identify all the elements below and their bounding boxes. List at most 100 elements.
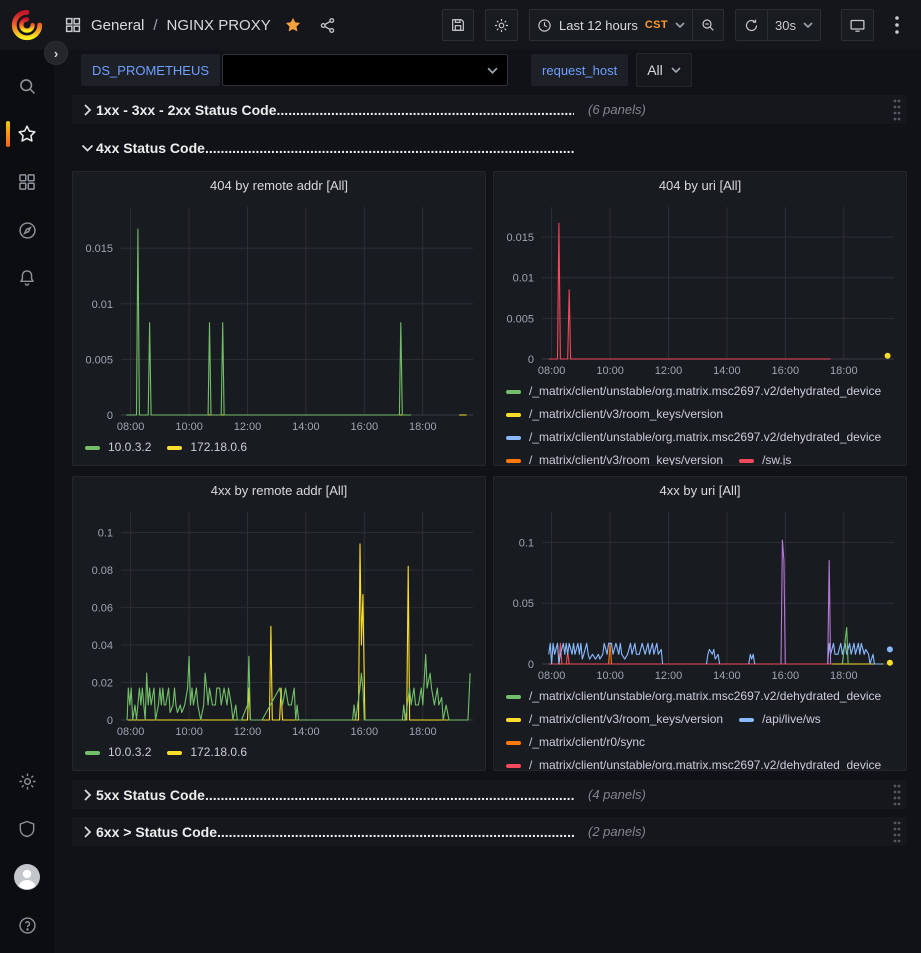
legend-row: 10.0.3.2 172.18.0.6 [85, 741, 485, 764]
legend-item[interactable]: /_matrix/client/unstable/org.matrix.msc2… [506, 685, 881, 708]
svg-text:12:00: 12:00 [234, 726, 262, 738]
more-options-button[interactable] [885, 9, 909, 41]
sidebar-item-profile[interactable] [0, 853, 54, 901]
sidebar-item-dashboards[interactable] [0, 158, 54, 206]
panel-404-by-uri: 404 by uri [All] 08:0010:0012:0014:0016:… [493, 171, 907, 466]
dashboard-settings-button[interactable] [485, 9, 518, 41]
legend-item[interactable]: 172.18.0.6 [167, 436, 247, 459]
help-icon [17, 915, 38, 936]
favorite-star-icon[interactable] [284, 16, 302, 34]
zoom-out-time-button[interactable] [692, 9, 724, 41]
time-series-chart[interactable]: 08:0010:0012:0014:0016:0018:0000.0050.01… [496, 199, 904, 379]
sidebar-item-explore[interactable] [0, 206, 54, 254]
panel-4xx-by-remote-addr: 4xx by remote addr [All] 08:00 10:00 12:00… [72, 476, 486, 771]
legend-item[interactable]: /_matrix/client/v3/room_keys/version [506, 708, 723, 731]
legend-series-label: /_matrix/client/unstable/org.matrix.msc2… [529, 685, 881, 708]
panel-title[interactable]: 4xx by uri [All] [494, 477, 906, 504]
svg-text:10:00: 10:00 [175, 421, 203, 433]
timezone-label: CST [645, 19, 668, 31]
row-drag-handle[interactable] [893, 784, 903, 806]
breadcrumb: General / NGINX PROXY [64, 16, 336, 34]
legend-item[interactable]: 10.0.3.2 [85, 741, 151, 764]
row-5xx[interactable]: 5xx Status Code ........................… [72, 780, 907, 809]
svg-text:18:00: 18:00 [409, 726, 437, 738]
breadcrumb-folder[interactable]: General [91, 17, 144, 34]
legend-item[interactable]: /_matrix/client/unstable/org.matrix.msc2… [506, 380, 881, 403]
legend-item[interactable]: /sw.js [739, 449, 791, 465]
dashboard-title[interactable]: NGINX PROXY [167, 17, 271, 34]
row-6xx[interactable]: 6xx > Status Code ......................… [72, 817, 907, 846]
sidebar-item-search[interactable] [0, 62, 54, 110]
chart-svg: 08:0010:0012:0014:0016:0018:0000.0050.01… [75, 199, 483, 435]
svg-text:0.015: 0.015 [85, 243, 113, 255]
sidebar-item-starred[interactable] [0, 110, 54, 158]
legend-series-label: /_matrix/client/r0/sync [529, 731, 645, 754]
legend-item[interactable]: 10.0.3.2 [85, 436, 151, 459]
time-series-chart[interactable]: 08:0010:0012:0014:0016:0018:0000.020.040… [75, 504, 483, 740]
svg-text:0.005: 0.005 [85, 354, 113, 366]
dashboard-grid-icon [64, 16, 82, 34]
legend-series-color [167, 751, 182, 755]
refresh-button[interactable] [735, 9, 767, 41]
dashboard-variables-bar: DS_PROMETHEUS request_host All [54, 50, 921, 90]
shield-icon [17, 819, 37, 839]
legend-item[interactable]: 172.18.0.6 [167, 741, 247, 764]
legend-series-label: /_matrix/client/v3/room_keys/version [529, 403, 723, 426]
avatar [13, 863, 41, 891]
save-icon [450, 17, 466, 33]
sidebar-item-help[interactable] [0, 901, 54, 949]
legend-item[interactable]: /api/live/ws [739, 708, 821, 731]
legend-item[interactable]: /_matrix/client/unstable/org.matrix.msc2… [506, 754, 881, 770]
chevron-down-icon [803, 22, 813, 28]
sidebar-expand-toggle[interactable]: › [44, 41, 68, 65]
time-range-label: Last 12 hours [559, 18, 638, 33]
svg-text:16:00: 16:00 [351, 726, 379, 738]
time-series-chart[interactable]: 08:0010:0012:0014:0016:0018:0000.0050.01… [75, 199, 483, 435]
legend-item[interactable]: /_matrix/client/v3/room_keys/version [506, 449, 723, 465]
grafana-logo[interactable] [10, 8, 44, 42]
chevron-right-icon [78, 826, 96, 838]
row-dotted-leader: ........................................… [277, 102, 574, 118]
legend-item[interactable]: /_matrix/client/v3/room_keys/version [506, 403, 723, 426]
refresh-interval-picker[interactable]: 30s [767, 9, 821, 41]
sidebar-item-alerting[interactable] [0, 254, 54, 302]
time-series-chart[interactable]: 08:0010:0012:0014:0016:0018:0000.050.1 [496, 504, 904, 684]
svg-text:18:00: 18:00 [830, 670, 858, 682]
save-dashboard-button[interactable] [442, 9, 474, 41]
legend-item[interactable]: /_matrix/client/r0/sync [506, 731, 645, 754]
row-4xx[interactable]: 4xx Status Code ........................… [72, 133, 907, 162]
kiosk-mode-button[interactable] [841, 9, 874, 41]
variable-label-ds-prometheus[interactable]: DS_PROMETHEUS [81, 54, 220, 86]
svg-text:10:00: 10:00 [175, 726, 203, 738]
panel-title[interactable]: 4xx by remote addr [All] [73, 477, 485, 504]
sidebar-item-configuration[interactable] [0, 757, 54, 805]
legend-series-label: /_matrix/client/v3/room_keys/version [529, 449, 723, 465]
panel-legend: /_matrix/client/unstable/org.matrix.msc2… [494, 379, 906, 465]
svg-text:0: 0 [528, 354, 534, 366]
share-icon[interactable] [319, 17, 336, 34]
svg-text:16:00: 16:00 [772, 670, 800, 682]
legend-row: /_matrix/client/unstable/org.matrix.msc2… [506, 754, 906, 770]
legend-series-color [506, 695, 521, 699]
row-1xx-3xx-2xx[interactable]: 1xx - 3xx - 2xx Status Code ............… [72, 95, 907, 124]
legend-item[interactable]: /_matrix/client/unstable/org.matrix.msc2… [506, 426, 881, 449]
legend-series-color [506, 390, 521, 394]
request-host-select[interactable]: All [636, 53, 692, 87]
legend-row: /_matrix/client/unstable/org.matrix.msc2… [506, 426, 906, 449]
time-range-picker[interactable]: Last 12 hours CST [529, 9, 692, 41]
svg-text:08:00: 08:00 [538, 365, 566, 377]
row-drag-handle[interactable] [893, 821, 903, 843]
sidebar-item-server-admin[interactable] [0, 805, 54, 853]
panel-title[interactable]: 404 by uri [All] [494, 172, 906, 199]
svg-text:08:00: 08:00 [538, 670, 566, 682]
variable-label-request-host[interactable]: request_host [531, 54, 628, 86]
row-drag-handle[interactable] [893, 99, 903, 121]
svg-text:16:00: 16:00 [772, 365, 800, 377]
datasource-select[interactable] [222, 54, 508, 86]
panel-title[interactable]: 404 by remote addr [All] [73, 172, 485, 199]
row-dotted-leader: ........................................… [205, 140, 574, 156]
dashboards-grid-icon [17, 172, 37, 192]
svg-text:10:00: 10:00 [596, 670, 624, 682]
row-title: 1xx - 3xx - 2xx Status Code [96, 102, 277, 118]
svg-text:08:00: 08:00 [117, 726, 145, 738]
